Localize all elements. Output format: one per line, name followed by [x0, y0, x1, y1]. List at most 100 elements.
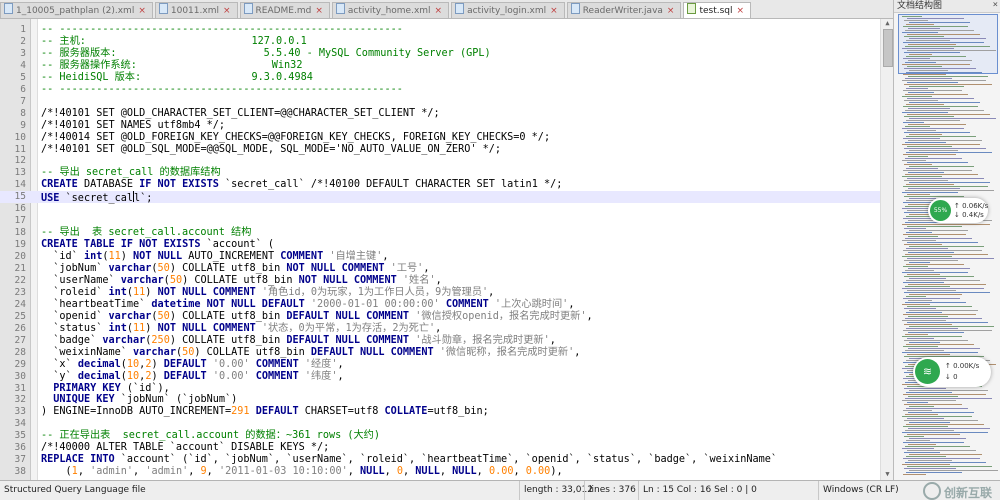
code-line[interactable]: 32 UNIQUE KEY `jobNum` (`jobNum`) — [0, 394, 880, 406]
code-line[interactable]: 21 `jobNum` varchar(50) COLLATE utf8_bin… — [0, 263, 880, 275]
network-speed-widget-large[interactable]: ≋ ↑ 0.00K/s ↓ 0 — [913, 357, 991, 387]
close-tab-icon[interactable]: × — [315, 6, 323, 16]
code-text: -- HeidiSQL 版本: 9.3.0.4984 — [41, 71, 313, 83]
code-line[interactable]: 35 -- 正在导出表 secret_call.account 的数据：~361 … — [0, 430, 880, 442]
map-line — [904, 132, 970, 133]
line-ending[interactable]: Windows (CR LF) — [818, 481, 899, 500]
code-line[interactable]: 16 — [0, 203, 880, 215]
code-line[interactable]: 8 /*!40101 SET @OLD_CHARACTER_SET_CLIENT=… — [0, 108, 880, 120]
map-line — [902, 160, 926, 161]
code-line[interactable]: 24 `heartbeatTime` datetime NOT NULL DEF… — [0, 299, 880, 311]
code-line[interactable]: 36 /*!40000 ALTER TABLE `account` DISABLE… — [0, 442, 880, 454]
map-line — [906, 88, 928, 89]
code-editor[interactable]: 1 -- ------------------------------------… — [0, 19, 880, 480]
code-line[interactable]: 37 REPLACE INTO `account` (`id`, `jobNum`… — [0, 454, 880, 466]
map-line — [907, 50, 996, 51]
code-line[interactable]: 31 PRIMARY KEY (`id`), — [0, 383, 880, 395]
close-tab-icon[interactable]: × — [667, 6, 675, 16]
code-line[interactable]: 28 `weixinName` varchar(50) COLLATE utf8… — [0, 347, 880, 359]
tab-5[interactable]: ReaderWriter.java × — [566, 2, 682, 18]
close-tab-icon[interactable]: × — [435, 6, 443, 16]
line-number: 22 — [14, 274, 26, 286]
line-number: 7 — [20, 95, 26, 107]
code-line[interactable]: 18 -- 导出 表 secret_call.account 结构 — [0, 227, 880, 239]
code-line[interactable]: 13 -- 导出 secret_call 的数据库结构 — [0, 167, 880, 179]
map-line — [902, 16, 922, 17]
map-line — [908, 236, 938, 237]
close-icon[interactable]: × — [993, 0, 998, 10]
tab-1[interactable]: 10011.xml × — [154, 2, 238, 18]
upload-speed-value: 0.06K/s — [962, 202, 989, 210]
file-icon — [455, 3, 465, 14]
code-line[interactable]: 12 — [0, 155, 880, 167]
map-line — [905, 430, 954, 431]
code-line[interactable]: 25 `openid` varchar(50) COLLATE utf8_bin… — [0, 311, 880, 323]
code-line[interactable]: 38 (1, 'admin', 'admin', 9, '2011-01-03 … — [0, 466, 880, 478]
map-line — [909, 150, 958, 151]
code-line[interactable]: 17 — [0, 215, 880, 227]
map-line — [902, 112, 948, 113]
code-line[interactable]: 9 /*!40101 SET NAMES utf8mb4 */; — [0, 120, 880, 132]
code-line[interactable]: 26 `status` int(11) NOT NULL COMMENT '状态… — [0, 323, 880, 335]
map-line — [907, 274, 940, 275]
map-line — [904, 52, 960, 53]
close-tab-icon[interactable]: × — [223, 6, 231, 16]
map-line — [905, 398, 992, 399]
scrollbar-thumb[interactable] — [883, 29, 893, 67]
code-line[interactable]: 15 USE `secret_call`; — [0, 191, 880, 204]
map-line — [904, 260, 958, 261]
map-line — [905, 158, 962, 159]
code-line[interactable]: 4 -- 服务器操作系统: Win32 — [0, 60, 880, 72]
map-line — [909, 102, 980, 103]
map-line — [909, 198, 936, 199]
code-line[interactable]: 10 /*!40014 SET @OLD_FOREIGN_KEY_CHECKS=@… — [0, 132, 880, 144]
code-text: -- 导出 secret_call 的数据库结构 — [41, 167, 221, 179]
tab-0[interactable]: 1_10005_pathplan (2).xml × — [0, 2, 153, 18]
map-line — [903, 282, 944, 283]
tab-3[interactable]: activity_home.xml × — [331, 2, 450, 18]
map-line — [907, 418, 944, 419]
code-line[interactable]: 7 — [0, 96, 880, 108]
document-map-preview[interactable] — [898, 14, 998, 478]
code-line[interactable]: 29 `x` decimal(10,2) DEFAULT '0.00' COMM… — [0, 359, 880, 371]
line-number: 17 — [14, 215, 26, 227]
code-line[interactable]: 27 `badge` varchar(250) COLLATE utf8_bin… — [0, 335, 880, 347]
code-text: `weixinName` varchar(50) COLLATE utf8_bi… — [41, 346, 581, 358]
tab-6[interactable]: test.sql × — [683, 2, 752, 18]
close-tab-icon[interactable]: × — [737, 6, 745, 16]
map-line — [908, 460, 952, 461]
map-line — [902, 80, 986, 81]
vertical-scrollbar[interactable]: ▲ ▼ — [880, 19, 894, 480]
map-line — [907, 226, 962, 227]
code-line[interactable]: 11 /*!40101 SET @OLD_SQL_MODE=@@SQL_MODE,… — [0, 144, 880, 156]
code-line[interactable]: 14 CREATE DATABASE IF NOT EXISTS `secret_… — [0, 179, 880, 191]
map-line — [903, 250, 982, 251]
map-line — [908, 396, 958, 397]
code-line[interactable]: 22 `userName` varchar(50) COLLATE utf8_b… — [0, 275, 880, 287]
map-line — [903, 442, 964, 443]
code-line[interactable]: 20 `id` int(11) NOT NULL AUTO_INCREMENT … — [0, 251, 880, 263]
close-tab-icon[interactable]: × — [550, 6, 558, 16]
upload-speed: ↑ 0.06K/s — [954, 202, 989, 210]
code-line[interactable]: 6 -- ------------------------------------… — [0, 84, 880, 96]
tab-4[interactable]: activity_login.xml × — [451, 2, 565, 18]
network-speed-widget-small[interactable]: 55% ↑ 0.06K/s ↓ 0.4K/s — [928, 198, 988, 223]
tab-2[interactable]: README.md × — [239, 2, 330, 18]
code-line[interactable]: 30 `y` decimal(10,2) DEFAULT '0.00' COMM… — [0, 371, 880, 383]
code-line[interactable]: 33) ENGINE=InnoDB AUTO_INCREMENT=291 DEF… — [0, 406, 880, 418]
close-tab-icon[interactable]: × — [138, 6, 146, 16]
map-line — [908, 444, 936, 445]
code-line[interactable]: 5 -- HeidiSQL 版本: 9.3.0.4984 — [0, 72, 880, 84]
code-line[interactable]: 2 -- 主机: 127.0.0.1 — [0, 36, 880, 48]
map-line — [904, 404, 962, 405]
code-line[interactable]: 34 — [0, 418, 880, 430]
map-line — [904, 452, 940, 453]
map-line — [907, 290, 956, 291]
map-line — [904, 308, 936, 309]
code-line[interactable]: 19 CREATE TABLE IF NOT EXISTS `account` ( — [0, 239, 880, 251]
code-line[interactable]: 23 `roleid` int(11) NOT NULL COMMENT '角色… — [0, 287, 880, 299]
map-line — [902, 448, 934, 449]
map-line — [909, 38, 986, 39]
code-line[interactable]: 1 -- ------------------------------------… — [0, 24, 880, 36]
code-line[interactable]: 3 -- 服务器版本: 5.5.40 - MySQL Community Serv… — [0, 48, 880, 60]
